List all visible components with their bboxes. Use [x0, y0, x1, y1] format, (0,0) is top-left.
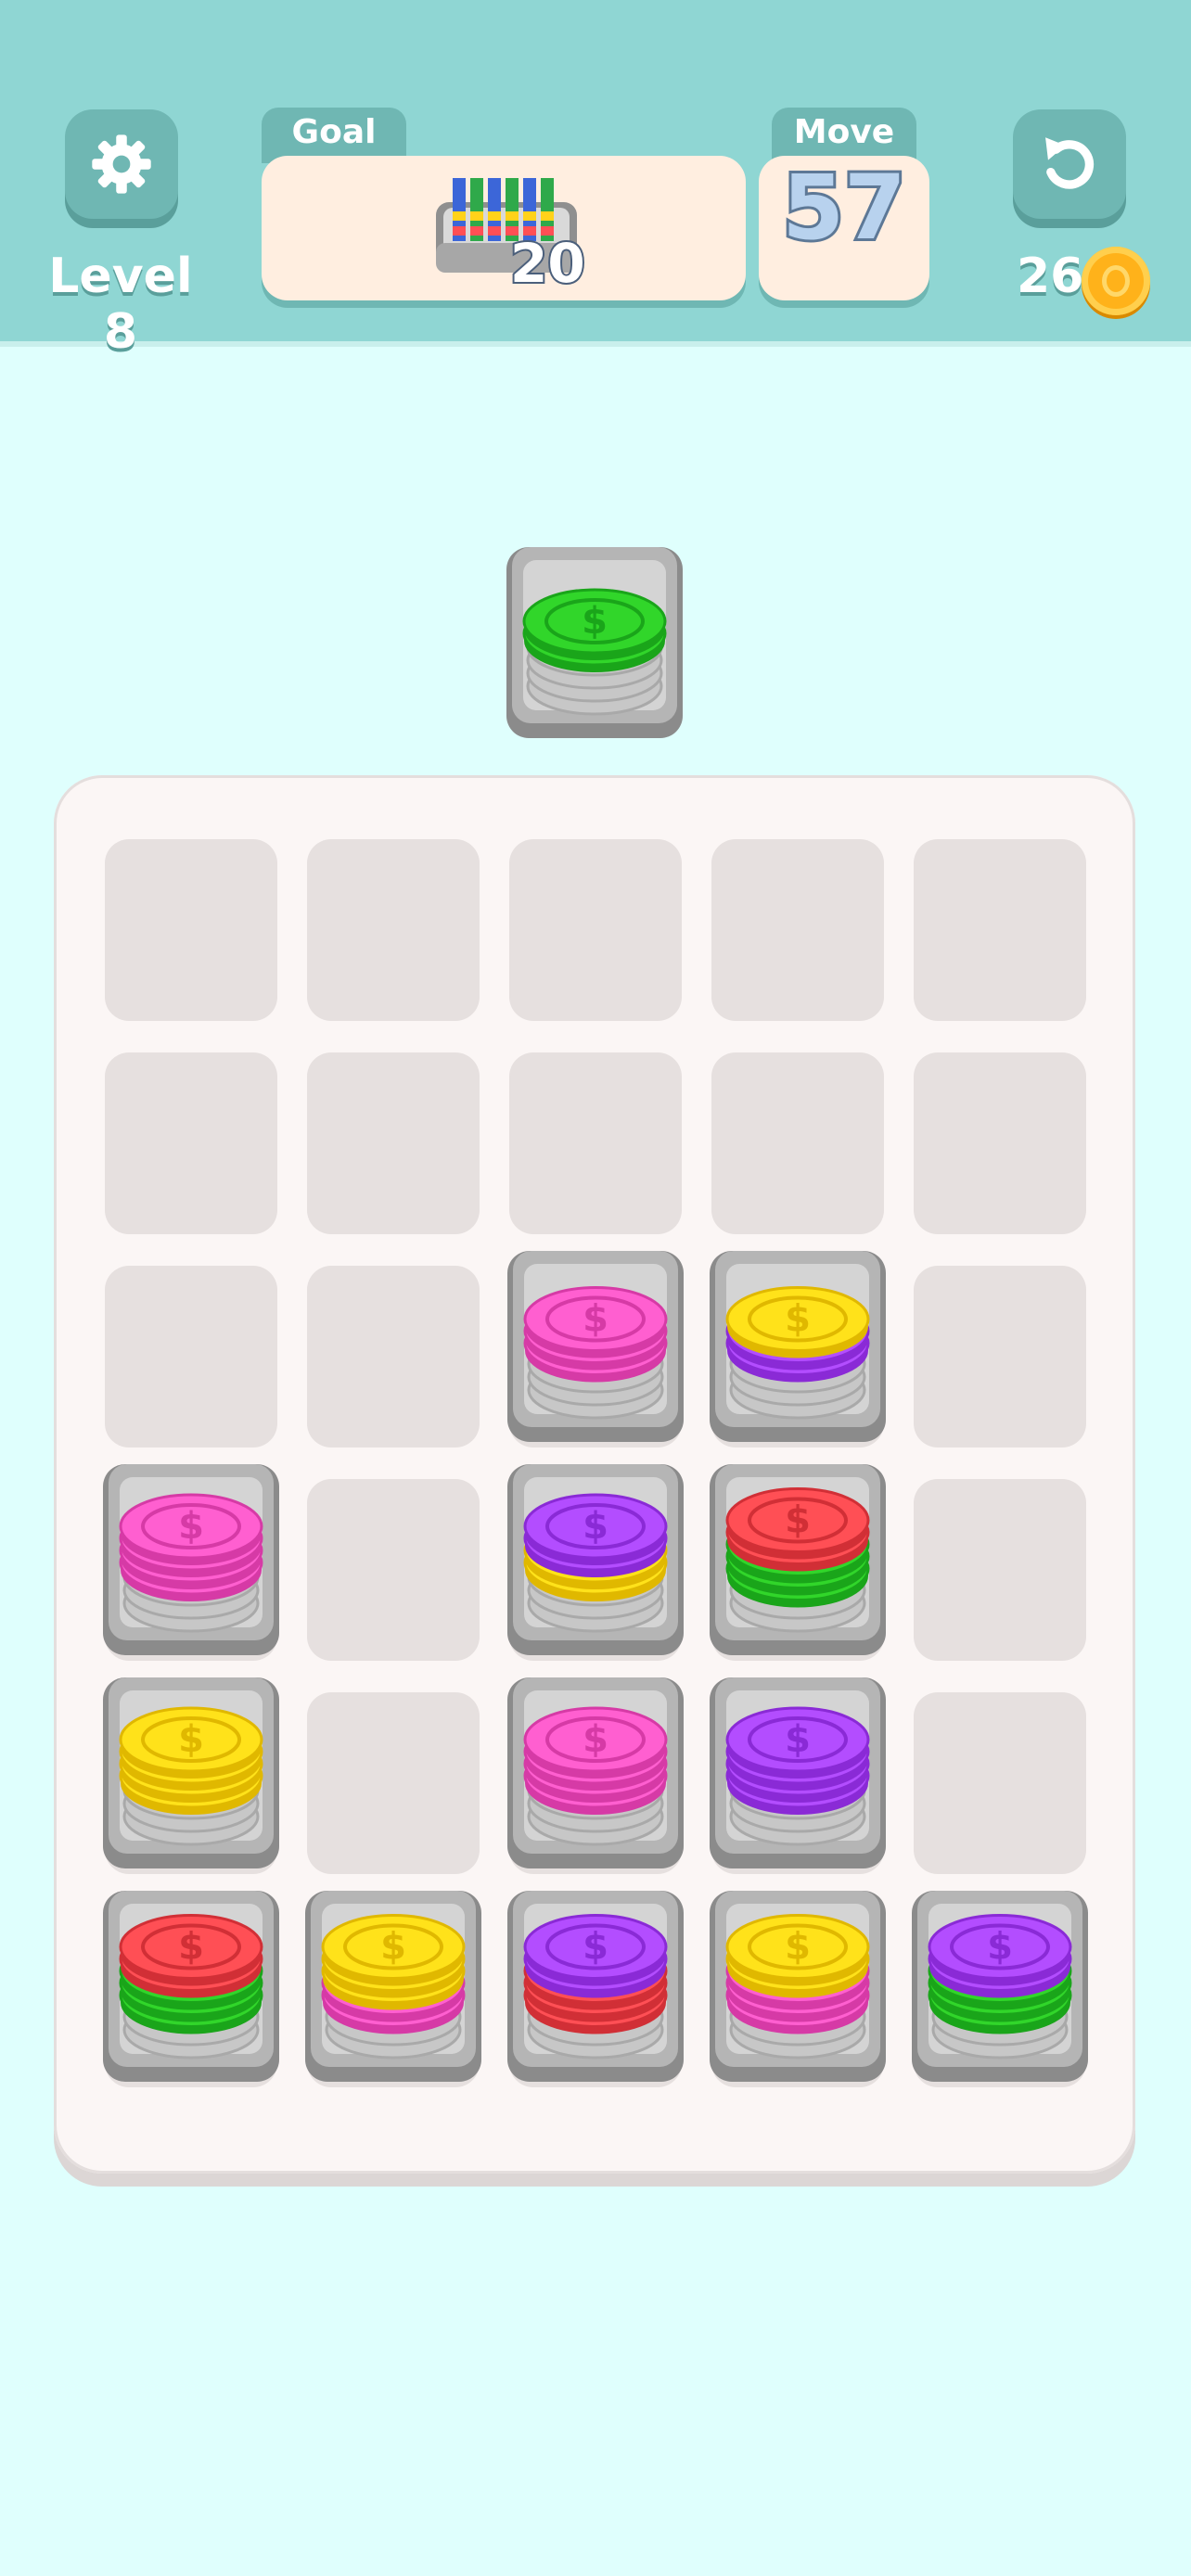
dollar-icon: $: [582, 600, 608, 643]
dollar-icon: $: [583, 1298, 608, 1341]
coin-stack[interactable]: $: [710, 1872, 886, 2085]
board-cell[interactable]: [105, 1266, 277, 1447]
board-cell[interactable]: [307, 839, 480, 1021]
coin-stack[interactable]: $: [103, 1659, 279, 1872]
coin-stack[interactable]: $: [507, 1872, 684, 2085]
board-cell[interactable]: [307, 1052, 480, 1234]
board-cell[interactable]: [307, 1266, 480, 1447]
dollar-icon: $: [583, 1505, 608, 1548]
restart-button[interactable]: [1013, 109, 1126, 219]
goal-label: Goal: [262, 108, 406, 163]
dollar-icon: $: [785, 1926, 811, 1969]
coin-stack[interactable]: $: [103, 1446, 279, 1659]
coin-count: 26: [1017, 249, 1084, 304]
board-cell[interactable]: [509, 1052, 682, 1234]
coin-stack[interactable]: $: [507, 1446, 684, 1659]
coin-stack[interactable]: $: [912, 1872, 1088, 2085]
board-cell[interactable]: [307, 1692, 480, 1874]
coin-stack[interactable]: $: [710, 1659, 886, 1872]
dollar-icon: $: [583, 1718, 608, 1761]
board-cell[interactable]: [711, 1052, 884, 1234]
board-cell[interactable]: [914, 1052, 1086, 1234]
move-count: 57: [779, 153, 909, 262]
settings-button[interactable]: [65, 109, 178, 219]
dollar-icon: $: [785, 1718, 811, 1761]
coin-stack[interactable]: $: [507, 1659, 684, 1872]
board-cell[interactable]: [914, 1266, 1086, 1447]
dollar-icon: $: [178, 1718, 204, 1761]
dollar-icon: $: [987, 1926, 1013, 1969]
coin-stack[interactable]: $: [103, 1872, 279, 2085]
board-cell[interactable]: [509, 839, 682, 1021]
dollar-icon: $: [178, 1505, 204, 1548]
coin-stack[interactable]: $: [710, 1446, 886, 1659]
next-stack[interactable]: $: [506, 529, 683, 742]
board-cell[interactable]: [307, 1479, 480, 1661]
move-label: Move: [772, 108, 916, 163]
coin-stack[interactable]: $: [507, 1232, 684, 1446]
dollar-icon: $: [178, 1926, 204, 1969]
top-bar: Level 8 Goal 20 Move 57 26: [0, 0, 1191, 360]
board-cell[interactable]: [105, 839, 277, 1021]
level-label: Level 8: [48, 249, 193, 360]
coin-stack[interactable]: $: [305, 1872, 481, 2085]
dollar-icon: $: [583, 1926, 608, 1969]
goal-panel: [262, 156, 746, 300]
board-cell[interactable]: [914, 1692, 1086, 1874]
restart-icon: [1045, 137, 1095, 189]
coin-icon: [1082, 247, 1150, 315]
board-cell[interactable]: [105, 1052, 277, 1234]
dollar-icon: $: [785, 1499, 811, 1542]
gear-icon: [92, 134, 151, 194]
board-cell[interactable]: [914, 839, 1086, 1021]
goal-count: 20: [508, 230, 587, 297]
coin-stack[interactable]: $: [710, 1232, 886, 1446]
board-cell[interactable]: [711, 839, 884, 1021]
dollar-icon: $: [785, 1298, 811, 1341]
board-cell[interactable]: [914, 1479, 1086, 1661]
dollar-icon: $: [380, 1926, 406, 1969]
